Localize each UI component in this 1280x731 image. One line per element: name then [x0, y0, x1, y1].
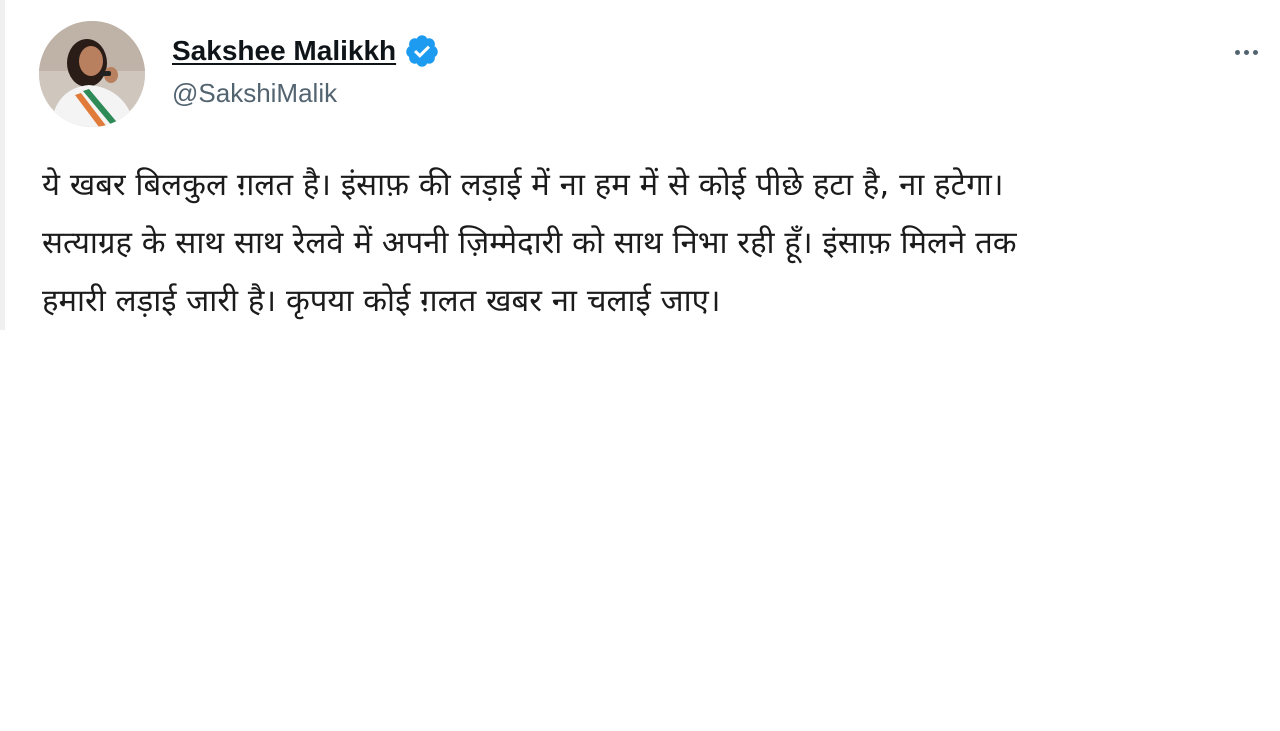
avatar[interactable] [39, 21, 145, 127]
profile-photo [39, 21, 145, 127]
more-options-button[interactable] [1226, 36, 1266, 68]
tweet-text-line: ये खबर बिलकुल ग़लत है। इंसाफ़ की लड़ाई म… [42, 167, 1004, 203]
more-horizontal-icon [1252, 49, 1258, 55]
author-handle[interactable]: @SakshiMalik [172, 78, 337, 109]
verified-badge-icon [404, 33, 440, 69]
author-display-name[interactable]: Sakshee Malikkh [172, 35, 396, 67]
tweet-text-line: हमारी लड़ाई जारी है। कृपया कोई ग़लत खबर … [42, 283, 721, 319]
left-edge-divider [0, 0, 5, 330]
tweet-text-line: सत्याग्रह के साथ साथ रेलवे में अपनी ज़िम… [42, 225, 1017, 261]
more-horizontal-icon [1234, 49, 1240, 55]
more-horizontal-icon [1243, 49, 1249, 55]
author-name-row: Sakshee Malikkh [172, 30, 440, 72]
tweet-card: Sakshee Malikkh @SakshiMalik ये खबर बिलक… [0, 0, 1280, 731]
tweet-text: ये खबर बिलकुल ग़लत है। इंसाफ़ की लड़ाई म… [42, 156, 1252, 330]
